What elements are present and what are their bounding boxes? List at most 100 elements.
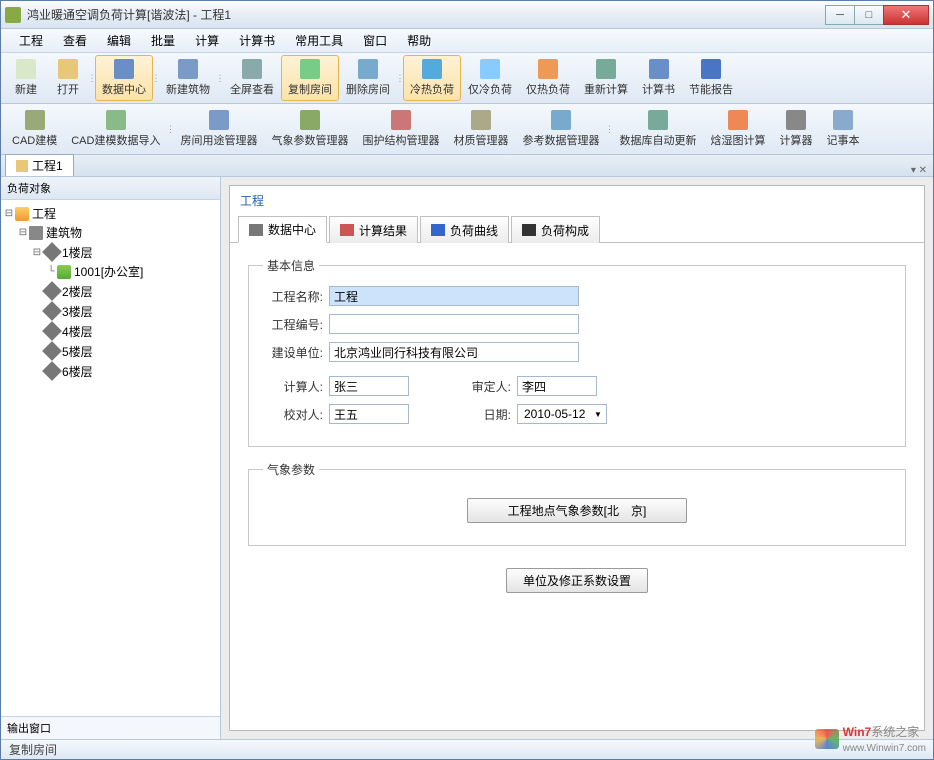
unit-coefficient-button[interactable]: 单位及修正系数设置 bbox=[506, 568, 648, 593]
input-reviewer[interactable] bbox=[517, 376, 597, 396]
toolbar-材质管理器[interactable]: 材质管理器 bbox=[446, 106, 515, 152]
tab-curve[interactable]: 负荷曲线 bbox=[420, 216, 509, 243]
toolbar-全屏查看[interactable]: 全屏查看 bbox=[223, 55, 281, 101]
toolbar-icon bbox=[648, 110, 668, 130]
toolbar-复制房间[interactable]: 复制房间 bbox=[281, 55, 339, 101]
workspace: 工程 数据中心 计算结果 负荷曲线 负荷构成 基本信息 工程名称: 工程编号: … bbox=[221, 177, 933, 739]
panel-tabs: 数据中心 计算结果 负荷曲线 负荷构成 bbox=[230, 215, 924, 243]
label-date: 日期: bbox=[451, 406, 511, 423]
toolbar-删除房间[interactable]: 删除房间 bbox=[339, 55, 397, 101]
menu-view[interactable]: 查看 bbox=[53, 29, 97, 52]
toolbar-重新计算[interactable]: 重新计算 bbox=[577, 55, 635, 101]
form-area: 基本信息 工程名称: 工程编号: 建设单位: 计算人: 审定人: 校对人: 日期… bbox=[230, 243, 924, 730]
toolbar-icon bbox=[58, 59, 78, 79]
menu-project[interactable]: 工程 bbox=[9, 29, 53, 52]
toolbar-CAD建模[interactable]: CAD建模 bbox=[5, 106, 64, 152]
input-checker[interactable] bbox=[329, 404, 409, 424]
toolbar-围护结构管理器[interactable]: 围护结构管理器 bbox=[355, 106, 446, 152]
toolbar-新建筑物[interactable]: 新建筑物 bbox=[159, 55, 217, 101]
tab-data-center[interactable]: 数据中心 bbox=[238, 216, 327, 243]
menu-tools[interactable]: 常用工具 bbox=[285, 29, 353, 52]
maximize-button[interactable]: □ bbox=[854, 5, 884, 25]
tree-project[interactable]: ⊟工程 bbox=[3, 204, 218, 223]
menu-report[interactable]: 计算书 bbox=[229, 29, 285, 52]
tree-view[interactable]: ⊟工程 ⊟建筑物 ⊟1楼层 └1001[办公室] 2楼层 3楼层 4楼层 5楼层… bbox=[1, 200, 220, 716]
tab-composition[interactable]: 负荷构成 bbox=[511, 216, 600, 243]
bars-icon bbox=[522, 224, 536, 236]
toolbar-新建[interactable]: 新建 bbox=[5, 55, 47, 101]
tree-floor-5[interactable]: 5楼层 bbox=[3, 341, 218, 361]
toolbar-数据中心[interactable]: 数据中心 bbox=[95, 55, 153, 101]
toolbar-节能报告[interactable]: 节能报告 bbox=[682, 55, 740, 101]
toolbar-icon bbox=[422, 59, 442, 79]
input-project-name[interactable] bbox=[329, 286, 579, 306]
tabs-close-area[interactable]: ▾ ✕ bbox=[905, 165, 933, 176]
tree-floor-4[interactable]: 4楼层 bbox=[3, 321, 218, 341]
sidebar: 负荷对象 ⊟工程 ⊟建筑物 ⊟1楼层 └1001[办公室] 2楼层 3楼层 4楼… bbox=[1, 177, 221, 739]
toolbar-CAD建模数据导入[interactable]: CAD建模数据导入 bbox=[64, 106, 167, 152]
tree-floor-2[interactable]: 2楼层 bbox=[3, 281, 218, 301]
document-tab[interactable]: 工程1 bbox=[5, 154, 74, 176]
tree-building[interactable]: ⊟建筑物 bbox=[3, 223, 218, 242]
toolbar-icon bbox=[114, 59, 134, 79]
legend-basic: 基本信息 bbox=[263, 257, 319, 274]
tree-floor-6[interactable]: 6楼层 bbox=[3, 361, 218, 381]
watermark: Win7系统之家www.Winwin7.com bbox=[815, 723, 926, 754]
menu-edit[interactable]: 编辑 bbox=[97, 29, 141, 52]
toolbar-icon bbox=[209, 110, 229, 130]
menu-help[interactable]: 帮助 bbox=[397, 29, 441, 52]
toolbar-icon bbox=[242, 59, 262, 79]
menu-window[interactable]: 窗口 bbox=[353, 29, 397, 52]
toolbar-icon bbox=[833, 110, 853, 130]
toolbar-气象参数管理器[interactable]: 气象参数管理器 bbox=[264, 106, 355, 152]
tree-floor-3[interactable]: 3楼层 bbox=[3, 301, 218, 321]
meteo-location-button[interactable]: 工程地点气象参数[北 京] bbox=[467, 498, 687, 523]
label-name: 工程名称: bbox=[263, 288, 323, 305]
status-text: 复制房间 bbox=[9, 741, 57, 758]
label-reviewer: 审定人: bbox=[451, 378, 511, 395]
input-project-number[interactable] bbox=[329, 314, 579, 334]
chevron-down-icon[interactable]: ▼ bbox=[592, 410, 604, 419]
date-picker[interactable]: ▼ bbox=[517, 404, 607, 424]
menu-calc[interactable]: 计算 bbox=[185, 29, 229, 52]
toolbar-房间用途管理器[interactable]: 房间用途管理器 bbox=[173, 106, 264, 152]
close-button[interactable]: ✕ bbox=[883, 5, 929, 25]
tab-results[interactable]: 计算结果 bbox=[329, 216, 418, 243]
input-date[interactable] bbox=[520, 406, 592, 422]
toolbar-焓湿图计算[interactable]: 焓湿图计算 bbox=[703, 106, 772, 152]
toolbar-icon bbox=[728, 110, 748, 130]
tree-room[interactable]: └1001[办公室] bbox=[3, 262, 218, 281]
panel: 工程 数据中心 计算结果 负荷曲线 负荷构成 基本信息 工程名称: 工程编号: … bbox=[229, 185, 925, 731]
input-construction-unit[interactable] bbox=[329, 342, 579, 362]
toolbar-参考数据管理器[interactable]: 参考数据管理器 bbox=[515, 106, 606, 152]
toolbar-记事本[interactable]: 记事本 bbox=[819, 106, 866, 152]
label-unit: 建设单位: bbox=[263, 344, 323, 361]
app-window: 鸿业暖通空调负荷计算[谐波法] - 工程1 ─ □ ✕ 工程 查看 编辑 批量 … bbox=[0, 0, 934, 760]
toolbar-icon bbox=[701, 59, 721, 79]
toolbar-secondary: CAD建模CAD建模数据导入⋮房间用途管理器气象参数管理器围护结构管理器材质管理… bbox=[1, 104, 933, 155]
menu-batch[interactable]: 批量 bbox=[141, 29, 185, 52]
toolbar-冷热负荷[interactable]: 冷热负荷 bbox=[403, 55, 461, 101]
toolbar-仅冷负荷[interactable]: 仅冷负荷 bbox=[461, 55, 519, 101]
tree-floor-1[interactable]: ⊟1楼层 bbox=[3, 242, 218, 262]
input-calculator[interactable] bbox=[329, 376, 409, 396]
sidebar-header: 负荷对象 bbox=[1, 177, 220, 200]
watermark-text: Win7系统之家www.Winwin7.com bbox=[843, 723, 926, 754]
toolbar-仅热负荷[interactable]: 仅热负荷 bbox=[519, 55, 577, 101]
toolbar-icon bbox=[300, 59, 320, 79]
toolbar-打开[interactable]: 打开 bbox=[47, 55, 89, 101]
fieldset-basic: 基本信息 工程名称: 工程编号: 建设单位: 计算人: 审定人: 校对人: 日期… bbox=[248, 257, 906, 447]
fieldset-meteo: 气象参数 工程地点气象参数[北 京] bbox=[248, 461, 906, 546]
label-checker: 校对人: bbox=[263, 406, 323, 423]
toolbar-计算器[interactable]: 计算器 bbox=[772, 106, 819, 152]
toolbar-icon bbox=[551, 110, 571, 130]
document-tabs: 工程1 ▾ ✕ bbox=[1, 155, 933, 177]
toolbar-数据库自动更新[interactable]: 数据库自动更新 bbox=[612, 106, 703, 152]
minimize-button[interactable]: ─ bbox=[825, 5, 855, 25]
document-tab-label: 工程1 bbox=[32, 157, 63, 174]
toolbar-计算书[interactable]: 计算书 bbox=[635, 55, 682, 101]
sidebar-footer[interactable]: 输出窗口 bbox=[1, 716, 220, 739]
panel-title: 工程 bbox=[230, 186, 924, 215]
grid-icon bbox=[249, 224, 263, 236]
label-number: 工程编号: bbox=[263, 316, 323, 333]
